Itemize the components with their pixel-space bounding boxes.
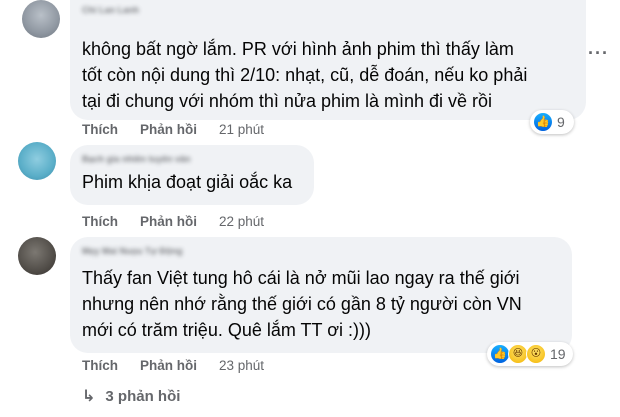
commenter-avatar[interactable]	[22, 0, 60, 38]
reply-button[interactable]: Phản hồi	[140, 122, 197, 137]
reaction-count: 19	[550, 346, 566, 362]
reaction-count: 9	[557, 114, 565, 130]
comment-bubble: Chi Lan Lanh không bất ngờ lắm. PR với h…	[70, 0, 586, 120]
commenter-avatar[interactable]	[18, 142, 56, 180]
reply-button[interactable]: Phản hồi	[140, 214, 197, 229]
like-icon: 👍	[533, 112, 553, 132]
reply-arrow-icon: ↳	[82, 388, 96, 405]
commenter-avatar[interactable]	[18, 237, 56, 275]
more-options-icon[interactable]: ···	[588, 44, 609, 62]
comment-actions: Thích Phản hồi 23 phút	[82, 358, 264, 373]
like-button[interactable]: Thích	[82, 358, 118, 373]
comment-author[interactable]: Chi Lan Lanh	[82, 4, 139, 16]
comment-timestamp[interactable]: 23 phút	[219, 358, 264, 373]
comment-text: Thấy fan Việt tung hô cái là nở mũi lao …	[82, 268, 522, 340]
comment-timestamp[interactable]: 22 phút	[219, 214, 264, 229]
comment-author[interactable]: Mẹy Mai Nuọu Tự Động	[82, 245, 560, 257]
comment-actions: Thích Phản hồi 22 phút	[82, 214, 264, 229]
comment-timestamp[interactable]: 21 phút	[219, 122, 264, 137]
like-button[interactable]: Thích	[82, 214, 118, 229]
like-icon: 👍	[490, 344, 510, 364]
reply-button[interactable]: Phản hồi	[140, 358, 197, 373]
replies-count-label: 3 phản hồi	[105, 387, 181, 405]
wow-icon: 😮	[526, 344, 546, 364]
haha-icon: 😆	[508, 344, 528, 364]
comment-bubble: Mẹy Mai Nuọu Tự Động Thấy fan Việt tung …	[70, 237, 572, 353]
view-replies-link[interactable]: ↳ 3 phản hồi	[82, 386, 180, 406]
comment-author[interactable]: Bạch gia nhiên tuyên vân	[82, 153, 302, 165]
comment-actions: Thích Phản hồi 21 phút	[82, 122, 264, 137]
comment-bubble: Bạch gia nhiên tuyên vân Phim khịa đoạt …	[70, 145, 314, 205]
reaction-summary[interactable]: 👍 😆 😮 19	[487, 342, 573, 366]
like-button[interactable]: Thích	[82, 122, 118, 137]
comment-text: không bất ngờ lắm. PR với hình ảnh phim …	[82, 39, 528, 111]
reaction-summary[interactable]: 👍 9	[530, 110, 574, 134]
comment-text: Phim khịa đoạt giải oắc ka	[82, 172, 293, 192]
